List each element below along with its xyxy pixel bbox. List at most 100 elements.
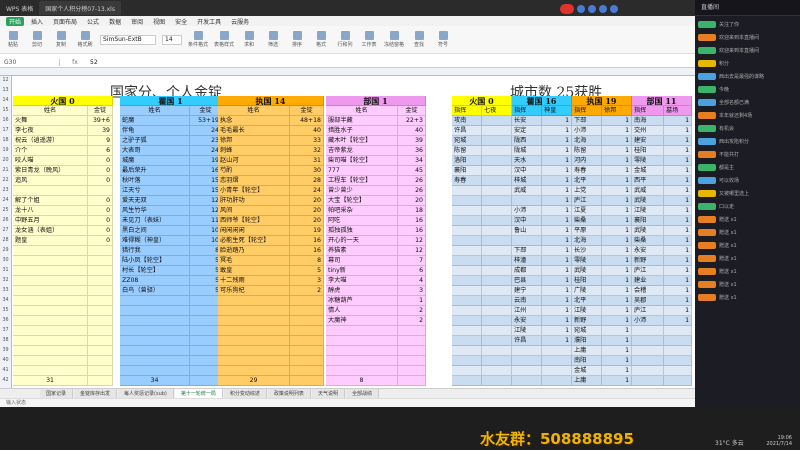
player-name[interactable]: 西师爷【轮空】 — [218, 216, 290, 226]
city-name[interactable] — [452, 356, 482, 366]
city-count[interactable]: 1 — [542, 326, 572, 336]
city-name[interactable]: 小沛 — [572, 126, 602, 136]
city-count[interactable] — [482, 206, 512, 216]
city-count[interactable]: 1 — [664, 156, 692, 166]
city-count[interactable] — [664, 326, 692, 336]
city-name[interactable]: 河内 — [572, 156, 602, 166]
city-count[interactable] — [482, 286, 512, 296]
city-name[interactable]: 新野 — [632, 256, 664, 266]
player-gold[interactable] — [290, 336, 324, 346]
player-name[interactable]: 徐邦 — [218, 136, 290, 146]
system-clock[interactable]: 19:06 2021/7/14 — [766, 435, 792, 447]
city-count[interactable]: 1 — [602, 246, 632, 256]
city-count[interactable]: 1 — [542, 256, 572, 266]
find-button[interactable]: 查找 — [410, 30, 428, 50]
player-gold[interactable] — [398, 366, 426, 376]
city-count[interactable]: 1 — [602, 256, 632, 266]
city-count[interactable]: 1 — [542, 246, 572, 256]
city-count[interactable]: 1 — [664, 226, 692, 236]
player-gold[interactable]: 6 — [398, 266, 426, 276]
player-gold[interactable]: 36 — [398, 146, 426, 156]
player-gold[interactable]: 39 — [398, 136, 426, 146]
city-name[interactable]: 小沛 — [512, 206, 542, 216]
menu-cloud[interactable]: 云服务 — [228, 17, 252, 26]
player-gold[interactable]: 0 — [88, 216, 113, 226]
player-gold[interactable] — [290, 306, 324, 316]
city-name[interactable] — [452, 376, 482, 386]
row-number[interactable]: 40 — [0, 356, 11, 366]
city-count[interactable]: 1 — [664, 206, 692, 216]
city-name[interactable]: 许昌 — [512, 336, 542, 346]
formula-input[interactable]: 52 — [90, 59, 98, 66]
city-count[interactable] — [482, 256, 512, 266]
total-blank[interactable] — [398, 376, 426, 386]
tab-wps-home[interactable]: WPS 表格 — [0, 1, 39, 15]
player-gold[interactable]: 8 — [290, 256, 324, 266]
player-name[interactable] — [326, 336, 398, 346]
row-number[interactable]: 18 — [0, 136, 11, 146]
player-name[interactable]: 猎行我 — [120, 246, 190, 256]
city-name[interactable]: 巴县 — [512, 276, 542, 286]
city-name[interactable] — [452, 276, 482, 286]
font-size-select[interactable]: 14 — [162, 34, 182, 45]
name-box[interactable]: G30 — [0, 59, 60, 66]
city-name[interactable]: 宛城 — [452, 136, 482, 146]
city-name[interactable]: 新野 — [572, 316, 602, 326]
city-count[interactable]: 1 — [602, 236, 632, 246]
city-name[interactable] — [512, 346, 542, 356]
player-name[interactable]: 芍酌 — [218, 166, 290, 176]
city-count[interactable]: 1 — [602, 216, 632, 226]
city-name[interactable]: 襄阳 — [452, 166, 482, 176]
player-name[interactable] — [13, 326, 88, 336]
player-name[interactable]: 阿吃 — [326, 216, 398, 226]
sheet-tab[interactable]: 积分变动综述 — [223, 389, 267, 398]
row-number[interactable]: 42 — [0, 376, 11, 386]
symbol-button[interactable]: 符号 — [434, 30, 452, 50]
city-col-label[interactable]: 指挥 — [512, 106, 542, 116]
city-name[interactable] — [452, 206, 482, 216]
player-name[interactable]: 风生竹华 — [120, 206, 190, 216]
player-gold[interactable]: 40 — [290, 126, 324, 136]
player-gold[interactable]: 28 — [290, 176, 324, 186]
keyboard-icon[interactable] — [610, 5, 618, 13]
city-name[interactable]: 武陵 — [632, 196, 664, 206]
rows-cols-button[interactable]: 行和列 — [336, 30, 354, 50]
menu-insert[interactable]: 插入 — [28, 17, 46, 26]
row-number[interactable]: 25 — [0, 206, 11, 216]
player-name[interactable]: 之驴子狐 — [120, 136, 190, 146]
city-col-label[interactable]: 徐邦 — [602, 106, 632, 116]
player-name[interactable]: 肝功肝功 — [218, 196, 290, 206]
sort-button[interactable]: 排序 — [288, 30, 306, 50]
player-gold[interactable] — [290, 296, 324, 306]
city-count[interactable]: 1 — [664, 186, 692, 196]
player-gold[interactable]: 3 — [290, 276, 324, 286]
city-name[interactable]: 金城 — [572, 366, 602, 376]
city-count[interactable]: 1 — [542, 196, 572, 206]
city-count[interactable]: 1 — [542, 306, 572, 316]
city-count[interactable] — [664, 366, 692, 376]
player-name[interactable]: 爱天无双 — [120, 196, 190, 206]
city-count[interactable]: 1 — [602, 176, 632, 186]
city-count[interactable]: 1 — [602, 116, 632, 126]
row-number[interactable]: 28 — [0, 236, 11, 246]
city-name[interactable]: 陈留 — [572, 146, 602, 156]
city-count[interactable]: 1 — [602, 186, 632, 196]
city-col-label[interactable]: 指挥 — [632, 106, 664, 116]
city-count[interactable] — [664, 376, 692, 386]
menu-developer[interactable]: 开发工具 — [194, 17, 224, 26]
city-count[interactable]: 1 — [542, 116, 572, 126]
city-count[interactable] — [482, 276, 512, 286]
city-count[interactable] — [482, 176, 512, 186]
city-name[interactable]: 建安 — [632, 136, 664, 146]
col-label-gold[interactable]: 金锭 — [398, 106, 426, 116]
player-name[interactable] — [120, 346, 190, 356]
city-col-label[interactable]: 指挥 — [572, 106, 602, 116]
player-gold[interactable]: 26 — [398, 186, 426, 196]
city-name[interactable] — [452, 216, 482, 226]
city-name[interactable]: 梓城 — [512, 176, 542, 186]
city-count[interactable]: 1 — [602, 266, 632, 276]
player-name[interactable]: 必能生死【轮空】 — [218, 236, 290, 246]
player-name[interactable]: 伴龟 — [120, 126, 190, 136]
player-name[interactable] — [13, 366, 88, 376]
city-name[interactable] — [452, 286, 482, 296]
